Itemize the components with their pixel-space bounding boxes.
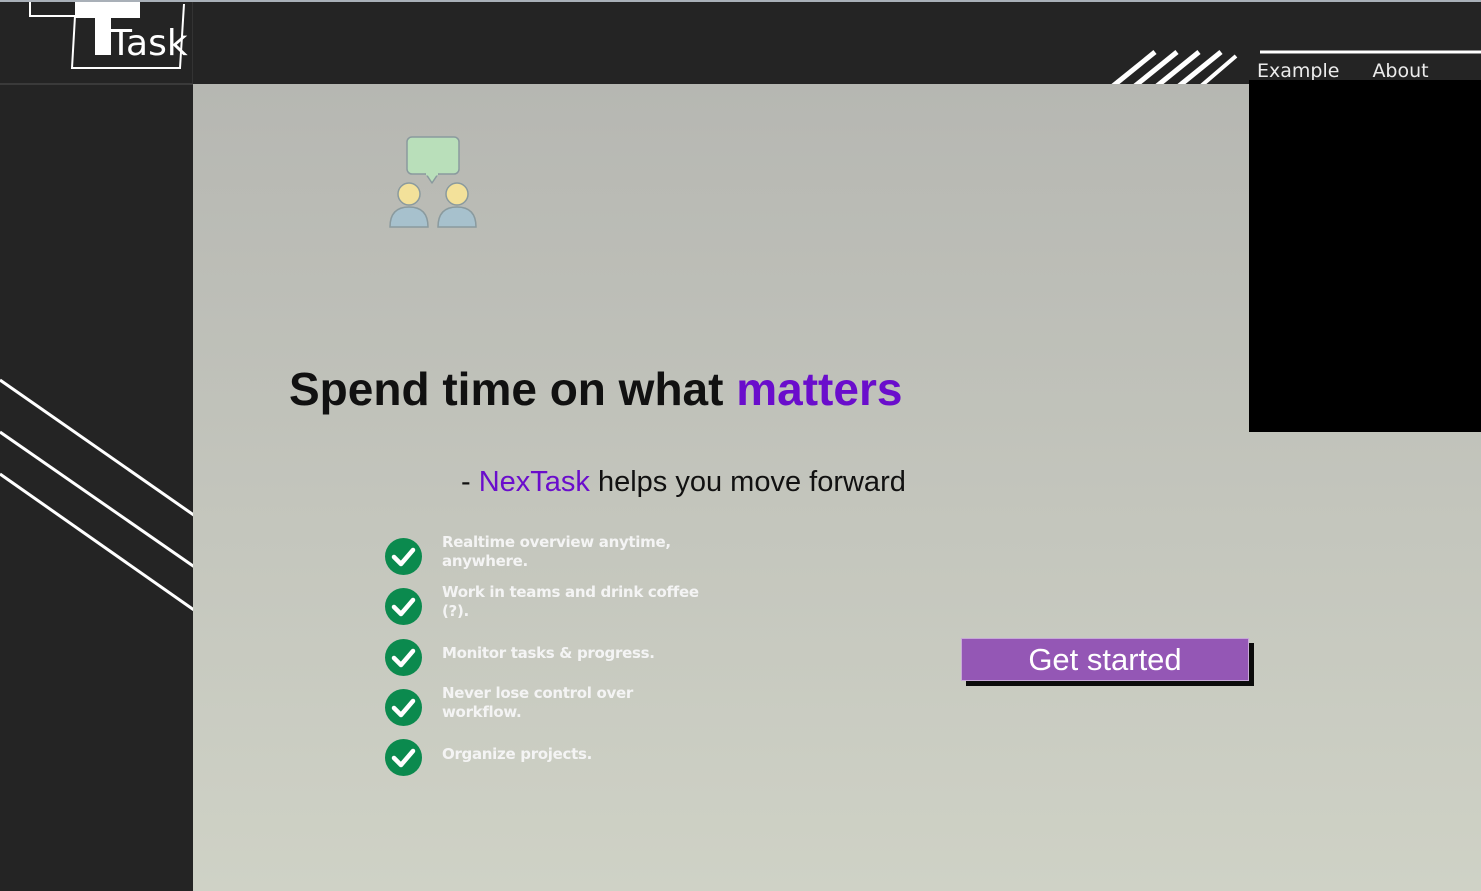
sidebar-stripes-decoration [0, 378, 199, 612]
sidebar [0, 85, 199, 891]
headline-accent: matters [736, 363, 903, 415]
feature-text: Monitor tasks & progress. [442, 644, 655, 662]
hero-subline: - NexTask helps you move forward [461, 466, 906, 499]
check-circle-icon [385, 588, 422, 625]
nav-link-about[interactable]: About [1372, 60, 1428, 82]
feature-item: Work in teams and drink coffee (?). [385, 583, 765, 633]
feature-item: Never lose control over workflow. [385, 683, 765, 733]
brand-name: NexTask [478, 466, 590, 498]
nav-link-example[interactable]: Example [1257, 60, 1339, 82]
get-started-button[interactable]: Get started [961, 638, 1249, 681]
headline-main: Spend time on what [289, 363, 737, 415]
subline-prefix: - [461, 466, 479, 498]
hero-headline: Spend time on what matters [289, 362, 902, 416]
feature-text: Never lose control over workflow. [442, 684, 633, 721]
feature-item: Monitor tasks & progress. [385, 633, 765, 683]
black-panel [1249, 80, 1481, 432]
feature-text: Realtime overview anytime, anywhere. [442, 533, 671, 570]
logo[interactable]: Task [0, 2, 193, 86]
check-circle-icon [385, 639, 422, 676]
feature-item: Realtime overview anytime, anywhere. [385, 533, 765, 583]
feature-text: Organize projects. [442, 745, 592, 763]
logo-text: Task [109, 23, 188, 64]
main-nav: Example About [1257, 60, 1429, 82]
team-chat-icon [389, 136, 477, 228]
feature-item: Organize projects. [385, 733, 765, 783]
feature-text: Work in teams and drink coffee (?). [442, 583, 699, 620]
check-circle-icon [385, 689, 422, 726]
check-circle-icon [385, 739, 422, 776]
site-header: Task Example About [0, 2, 1481, 88]
logo-mark: Task [29, 2, 188, 69]
check-circle-icon [385, 538, 422, 575]
subline-rest: helps you move forward [589, 466, 906, 498]
